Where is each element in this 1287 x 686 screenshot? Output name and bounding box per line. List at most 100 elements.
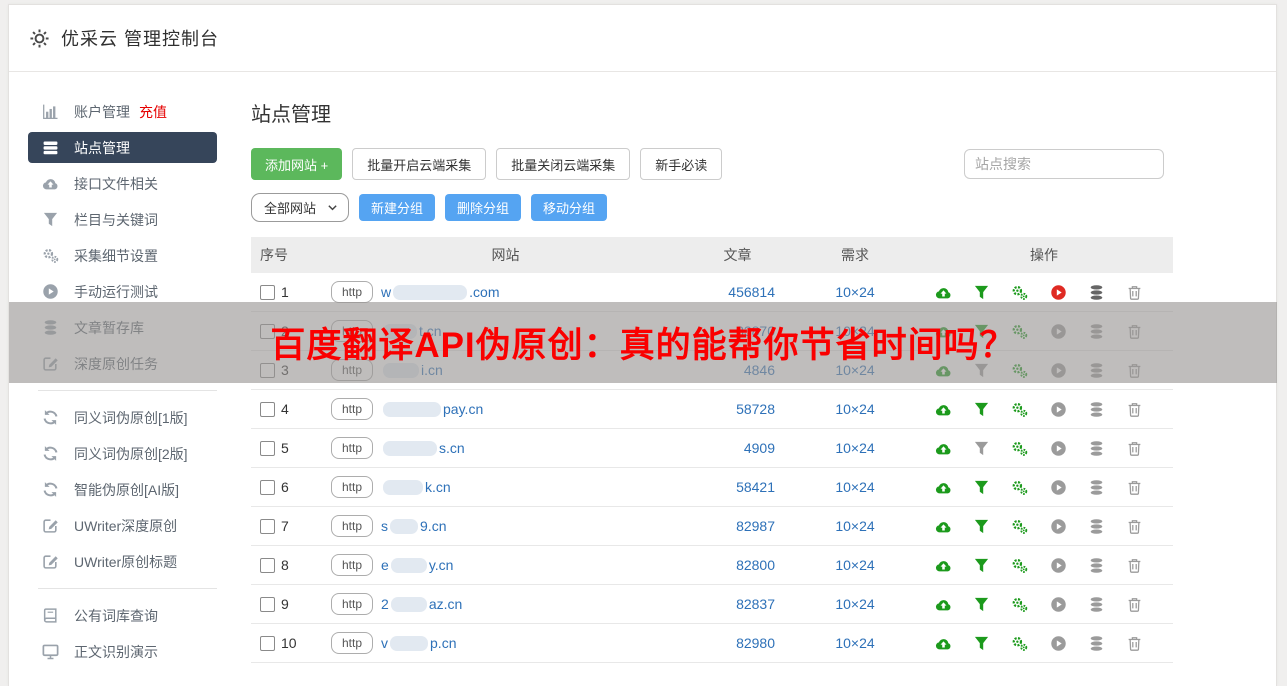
funnel-action-icon[interactable] (973, 440, 990, 457)
trash-action-icon[interactable] (1126, 401, 1143, 418)
site-domain-link[interactable]: e y.cn (381, 557, 453, 573)
site-domain-link[interactable]: 2 az.cn (381, 596, 462, 612)
article-count-link[interactable]: 4909 (744, 440, 775, 456)
funnel-action-icon[interactable] (973, 479, 990, 496)
sidebar-item-interface-files[interactable]: 接口文件相关 (28, 168, 217, 199)
funnel-action-icon[interactable] (973, 635, 990, 652)
sidebar-item-uwriter-title[interactable]: UWriter原创标题 (28, 546, 217, 577)
database-action-icon[interactable] (1088, 401, 1105, 418)
sidebar-item-collect-settings[interactable]: 采集细节设置 (28, 240, 217, 271)
sidebar-item-account[interactable]: 账户管理 充值 (28, 96, 217, 127)
sidebar-item-sites[interactable]: 站点管理 (28, 132, 217, 163)
http-badge[interactable]: http (331, 593, 374, 615)
row-checkbox[interactable] (260, 518, 275, 534)
cloud-upload-action-icon[interactable] (935, 401, 952, 418)
database-action-icon[interactable] (1088, 557, 1105, 574)
http-badge[interactable]: http (331, 515, 374, 537)
article-count-link[interactable]: 82800 (736, 557, 775, 573)
http-badge[interactable]: http (331, 281, 374, 303)
play-action-icon[interactable] (1050, 596, 1067, 613)
database-action-icon[interactable] (1088, 284, 1105, 301)
row-checkbox[interactable] (260, 284, 275, 300)
cloud-upload-action-icon[interactable] (935, 440, 952, 457)
row-checkbox[interactable] (260, 557, 275, 573)
trash-action-icon[interactable] (1126, 596, 1143, 613)
gears-action-icon[interactable] (1011, 284, 1028, 301)
gears-action-icon[interactable] (1011, 518, 1028, 535)
cloud-upload-action-icon[interactable] (935, 479, 952, 496)
trash-action-icon[interactable] (1126, 635, 1143, 652)
article-count-link[interactable]: 82987 (736, 518, 775, 534)
recharge-badge[interactable]: 充值 (139, 102, 167, 122)
sidebar-item-lexicon-query[interactable]: 公有词库查询 (28, 600, 217, 631)
new-group-button[interactable]: 新建分组 (359, 194, 436, 221)
batch-close-cloud-collect-button[interactable]: 批量关闭云端采集 (496, 148, 631, 180)
trash-action-icon[interactable] (1126, 284, 1143, 301)
database-action-icon[interactable] (1088, 635, 1105, 652)
site-domain-link[interactable]: s.cn (381, 440, 465, 456)
funnel-action-icon[interactable] (973, 518, 990, 535)
site-group-select[interactable]: 全部网站 (251, 193, 350, 222)
cloud-upload-action-icon[interactable] (935, 518, 952, 535)
batch-open-cloud-collect-button[interactable]: 批量开启云端采集 (352, 148, 487, 180)
article-count-link[interactable]: 58728 (736, 401, 775, 417)
sidebar-item-synonym-v2[interactable]: 同义词伪原创[2版] (28, 438, 217, 469)
database-action-icon[interactable] (1088, 479, 1105, 496)
funnel-action-icon[interactable] (973, 401, 990, 418)
gears-action-icon[interactable] (1011, 401, 1028, 418)
sidebar-item-ai-rewrite[interactable]: 智能伪原创[AI版] (28, 474, 217, 505)
trash-action-icon[interactable] (1126, 479, 1143, 496)
http-badge[interactable]: http (331, 632, 374, 654)
site-search-input[interactable] (964, 149, 1164, 179)
http-badge[interactable]: http (331, 554, 374, 576)
database-action-icon[interactable] (1088, 596, 1105, 613)
database-action-icon[interactable] (1088, 440, 1105, 457)
sidebar-item-columns-keywords[interactable]: 栏目与关键词 (28, 204, 217, 235)
site-domain-link[interactable]: s 9.cn (381, 518, 446, 534)
trash-action-icon[interactable] (1126, 557, 1143, 574)
cloud-upload-action-icon[interactable] (935, 635, 952, 652)
row-checkbox[interactable] (260, 401, 275, 417)
trash-action-icon[interactable] (1126, 518, 1143, 535)
add-site-button[interactable]: 添加网站 + (251, 148, 343, 180)
site-domain-link[interactable]: k.cn (381, 479, 451, 495)
http-badge[interactable]: http (331, 476, 374, 498)
play-action-icon[interactable] (1050, 635, 1067, 652)
play-action-icon[interactable] (1050, 518, 1067, 535)
article-count-link[interactable]: 58421 (736, 479, 775, 495)
article-count-link[interactable]: 82837 (736, 596, 775, 612)
article-count-link[interactable]: 82980 (736, 635, 775, 651)
row-checkbox[interactable] (260, 596, 275, 612)
row-checkbox[interactable] (260, 440, 275, 456)
play-action-icon[interactable] (1050, 479, 1067, 496)
sidebar-item-uwriter-deep[interactable]: UWriter深度原创 (28, 510, 217, 541)
cloud-upload-action-icon[interactable] (935, 557, 952, 574)
site-domain-link[interactable]: w .com (381, 284, 499, 300)
http-badge[interactable]: http (331, 437, 374, 459)
gears-action-icon[interactable] (1011, 596, 1028, 613)
funnel-action-icon[interactable] (973, 596, 990, 613)
sidebar-item-content-demo[interactable]: 正文识别演示 (28, 636, 217, 667)
site-domain-link[interactable]: v p.cn (381, 635, 456, 651)
funnel-action-icon[interactable] (973, 284, 990, 301)
database-action-icon[interactable] (1088, 518, 1105, 535)
funnel-action-icon[interactable] (973, 557, 990, 574)
cloud-upload-action-icon[interactable] (935, 596, 952, 613)
gears-action-icon[interactable] (1011, 635, 1028, 652)
site-domain-link[interactable]: pay.cn (381, 401, 483, 417)
article-count-link[interactable]: 456814 (728, 284, 775, 300)
trash-action-icon[interactable] (1126, 440, 1143, 457)
move-group-button[interactable]: 移动分组 (531, 194, 608, 221)
play-action-icon[interactable] (1050, 284, 1067, 301)
row-checkbox[interactable] (260, 635, 275, 651)
cloud-upload-action-icon[interactable] (935, 284, 952, 301)
gears-action-icon[interactable] (1011, 440, 1028, 457)
play-action-icon[interactable] (1050, 401, 1067, 418)
gears-action-icon[interactable] (1011, 479, 1028, 496)
play-action-icon[interactable] (1050, 440, 1067, 457)
row-checkbox[interactable] (260, 479, 275, 495)
http-badge[interactable]: http (331, 398, 374, 420)
sidebar-item-synonym-v1[interactable]: 同义词伪原创[1版] (28, 402, 217, 433)
newbie-guide-button[interactable]: 新手必读 (640, 148, 723, 180)
gears-action-icon[interactable] (1011, 557, 1028, 574)
